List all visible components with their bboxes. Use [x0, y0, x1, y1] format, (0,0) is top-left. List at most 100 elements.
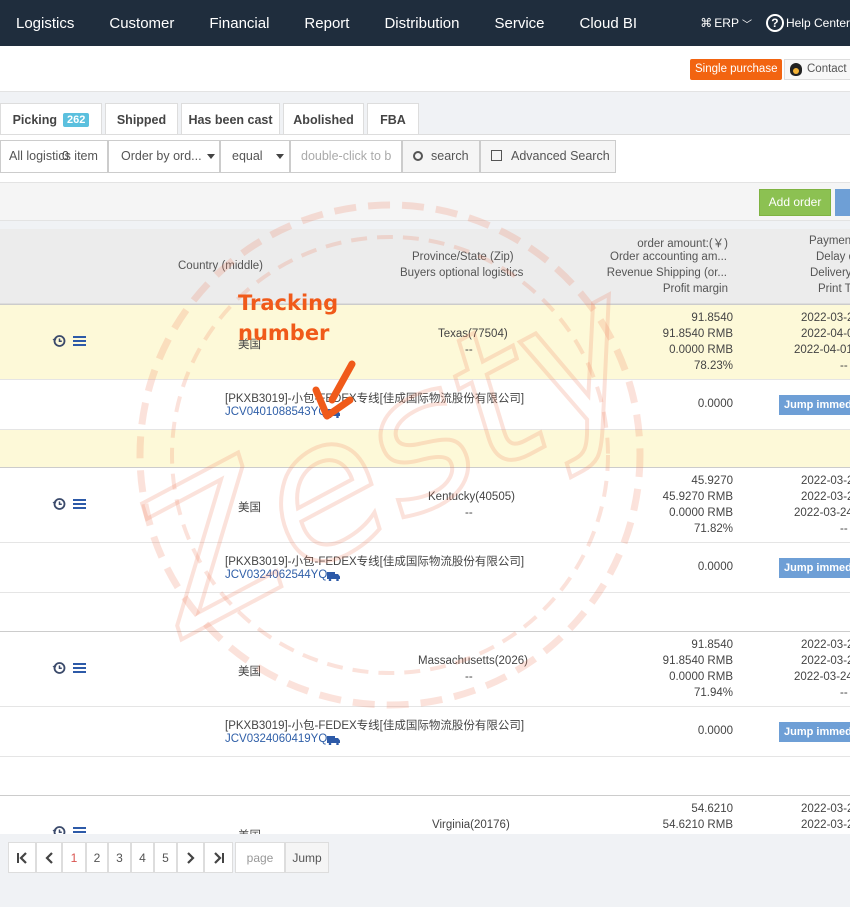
history-icon[interactable]	[52, 334, 66, 348]
truck-icon[interactable]	[327, 572, 340, 581]
payment-date: 2022-03-2	[801, 475, 850, 487]
status-tabs: Picking 262 Shipped Has been cast Abolis…	[0, 103, 422, 135]
last-page-button[interactable]	[204, 842, 233, 873]
history-icon[interactable]	[52, 825, 66, 834]
more-actions-button[interactable]	[835, 189, 850, 216]
table-header: Country (middle) Province/State (Zip) Bu…	[0, 229, 850, 304]
detail-list-icon[interactable]	[73, 336, 86, 346]
page-2-button[interactable]: 2	[86, 842, 108, 873]
tab-fba[interactable]: FBA	[367, 103, 419, 135]
tab-has-been-cast[interactable]: Has been cast	[181, 103, 280, 135]
print-date: --	[840, 360, 848, 372]
tracking-number[interactable]: JCV0324062544YQ	[225, 569, 327, 581]
tracking-number[interactable]: JCV0324060419YQ	[225, 733, 327, 745]
header-profit-margin: Profit margin	[662, 283, 728, 295]
jump-page-button[interactable]: Jump	[285, 842, 329, 873]
region-sub-cell: --	[465, 507, 473, 519]
page-5-button[interactable]: 5	[154, 842, 177, 873]
erp-menu[interactable]: ⌘ ERP ﹀	[700, 16, 752, 31]
header-revenue-shipping: Revenue Shipping (or...	[606, 267, 727, 279]
operator-select[interactable]: equal	[220, 140, 290, 173]
edit-icon	[491, 150, 502, 161]
search-input[interactable]: double-click to b	[290, 140, 402, 173]
order-row[interactable]: 美国 Texas(77504) -- 91.8540 91.8540 RMB 0…	[0, 304, 850, 379]
order-row[interactable]: 美国 Massachusetts(2026) -- 91.8540 91.854…	[0, 631, 850, 706]
header-delay: Delay d	[816, 251, 850, 263]
tab-picking[interactable]: Picking 262	[0, 103, 102, 135]
payment-date: 2022-03-2	[801, 639, 850, 651]
page-4-button[interactable]: 4	[131, 842, 154, 873]
detail-list-icon[interactable]	[73, 499, 86, 509]
operator-label: equal	[232, 149, 263, 163]
advanced-search-label: Advanced Search	[511, 149, 610, 163]
nav-service[interactable]: Service	[478, 15, 563, 32]
jump-button[interactable]: Jump immediately	[779, 395, 850, 415]
country-cell: 美国	[238, 666, 261, 678]
page-3-button[interactable]: 3	[108, 842, 131, 873]
next-page-button[interactable]	[177, 842, 204, 873]
header-buyers-logistics: Buyers optional logistics	[400, 267, 524, 279]
nav-logistics[interactable]: Logistics	[0, 15, 93, 32]
order-row[interactable]: 美国 Virginia(20176) 54.6210 54.6210 RMB 2…	[0, 795, 850, 834]
region-cell: Texas(77504)	[438, 328, 508, 340]
sub-bar: Single purchase Contact us	[0, 46, 850, 92]
region-sub-cell: --	[465, 344, 473, 356]
single-purchase-button[interactable]: Single purchase	[690, 59, 783, 80]
caret-down-icon	[206, 154, 215, 160]
spacer-row	[0, 756, 850, 795]
logistics-filter[interactable]: All logistics item 0	[0, 140, 108, 173]
region-cell: Massachusetts(2026)	[418, 655, 528, 667]
profit-margin: 71.82%	[693, 523, 733, 535]
profit-margin: 78.23%	[693, 360, 733, 372]
delay-date: 2022-04-0	[801, 328, 850, 340]
grid-icon: ⌘	[700, 16, 713, 30]
country-cell: 美国	[238, 502, 261, 514]
nav-distribution[interactable]: Distribution	[368, 15, 478, 32]
revenue-shipping: 0.0000 RMB	[669, 507, 733, 519]
nav-customer[interactable]: Customer	[93, 15, 193, 32]
delay-date: 2022-03-2	[801, 655, 850, 667]
region-cell: Virginia(20176)	[432, 819, 510, 831]
filter-bar: All logistics item 0 Order by ord... equ…	[0, 135, 850, 183]
country-cell: 美国	[238, 827, 261, 834]
nav-report[interactable]: Report	[288, 15, 368, 32]
detail-list-icon[interactable]	[73, 827, 86, 834]
order-by-select[interactable]: Order by ord...	[108, 140, 220, 173]
search-icon	[413, 151, 423, 161]
help-center-link[interactable]: ? Help Center	[765, 14, 850, 32]
add-order-button[interactable]: Add order	[759, 189, 831, 216]
print-date: --	[840, 687, 848, 699]
spacer-row	[0, 429, 850, 467]
last-page-icon	[213, 851, 224, 864]
jump-button[interactable]: Jump immediately	[779, 558, 850, 578]
delivery-date: 2022-03-24	[794, 507, 850, 519]
detail-list-icon[interactable]	[73, 663, 86, 673]
logistics-service: [PKXB3019]-小包-FEDEX专线[佳成国际物流股份有限公司]	[225, 720, 525, 732]
order-amount: 91.8540	[691, 639, 733, 651]
page-1-button[interactable]: 1	[62, 842, 86, 873]
shipping-amount: 0.0000	[697, 725, 733, 737]
shipment-row: [PKXB3019]-小包-FEDEX专线[佳成国际物流股份有限公司] JCV0…	[0, 706, 850, 756]
search-button[interactable]: search	[402, 140, 480, 173]
order-row[interactable]: 美国 Kentucky(40505) -- 45.9270 45.9270 RM…	[0, 467, 850, 542]
jump-button[interactable]: Jump immediately	[779, 722, 850, 742]
print-date: --	[840, 523, 848, 535]
contact-button[interactable]: Contact us	[784, 59, 850, 80]
region-sub-cell: --	[465, 671, 473, 683]
prev-page-button[interactable]	[36, 842, 62, 873]
search-label: search	[431, 149, 469, 163]
page-number-input[interactable]: page	[235, 842, 285, 873]
header-accounting: Order accounting am...	[610, 251, 727, 263]
history-icon[interactable]	[52, 661, 66, 675]
truck-icon[interactable]	[327, 736, 340, 745]
tab-shipped[interactable]: Shipped	[105, 103, 178, 135]
nav-financial[interactable]: Financial	[193, 15, 288, 32]
first-page-button[interactable]	[8, 842, 36, 873]
header-delivery: Delivery	[810, 267, 850, 279]
order-by-label: Order by ord...	[121, 149, 202, 163]
history-icon[interactable]	[52, 497, 66, 511]
logistics-count: 0	[62, 149, 69, 163]
advanced-search-button[interactable]: Advanced Search	[480, 140, 616, 173]
tab-abolished[interactable]: Abolished	[283, 103, 364, 135]
nav-cloud-bi[interactable]: Cloud BI	[564, 15, 657, 32]
